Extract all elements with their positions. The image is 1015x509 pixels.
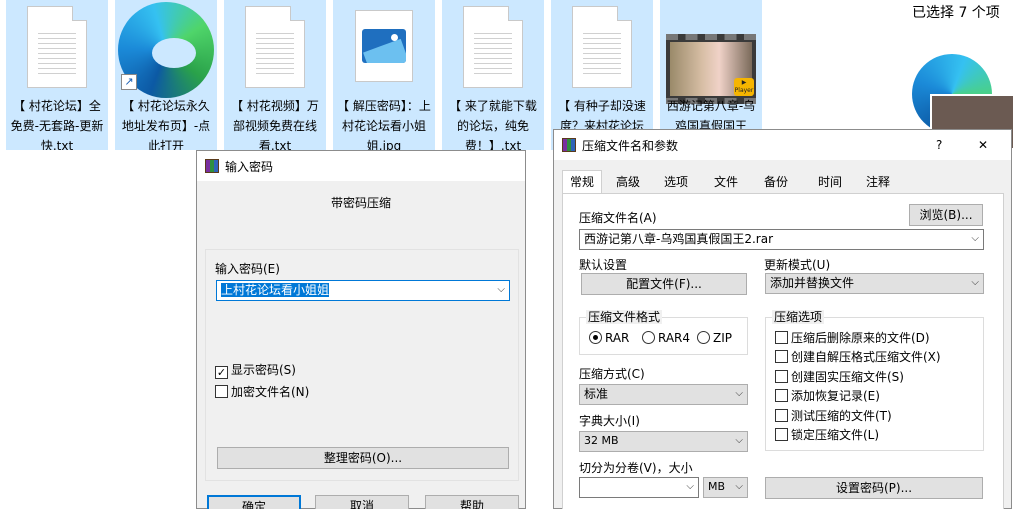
help-icon[interactable]: ?: [936, 137, 942, 153]
chevron-down-icon[interactable]: ⌵: [686, 478, 694, 496]
file-name: 【 来了就能下载的论坛，纯免费！】.txt: [449, 99, 537, 150]
radio-empty-icon: [697, 331, 710, 344]
checkbox-empty-icon: [215, 385, 228, 398]
compression-method-select[interactable]: 标准 ⌵: [579, 384, 748, 405]
archive-format-group-title: 压缩文件格式: [586, 310, 663, 324]
password-input[interactable]: 上村花论坛看小姐姐 ⌵: [216, 280, 510, 301]
checkbox-empty-icon: [775, 409, 788, 422]
organize-passwords-button[interactable]: 整理密码(O)...: [217, 447, 509, 469]
file-tile-3[interactable]: 【 村花视频】万部视频免费在线看.txt: [224, 0, 326, 150]
chevron-down-icon[interactable]: ⌵: [971, 274, 979, 292]
password-dialog: 输入密码 带密码压缩 输入密码(E) 上村花论坛看小姐姐 ⌵ ✓ 显示密码(S) …: [196, 150, 526, 509]
file-tile-7[interactable]: ▶ Player 西游记第八章-乌鸡国真假国王: [660, 0, 762, 150]
chevron-down-icon[interactable]: ⌵: [735, 478, 743, 496]
file-tile-1[interactable]: 【 村花论坛】全免费-无套路-更新快.txt: [6, 0, 108, 150]
update-mode-select[interactable]: 添加并替换文件 ⌵: [765, 273, 984, 294]
archive-dialog: 压缩文件名和参数 ? ✕ 常规 高级 选项 文件 备份 时间 注释 压缩文件名(…: [553, 129, 1012, 509]
selection-status: 已选择 7 个项: [912, 5, 1000, 21]
chevron-down-icon[interactable]: ⌵: [735, 385, 743, 403]
text-file-icon: [572, 6, 632, 88]
archive-options-group-title: 压缩选项: [772, 310, 825, 324]
tab-advanced[interactable]: 高级: [606, 173, 650, 191]
password-dialog-title: 输入密码: [225, 160, 274, 174]
video-thumbnail: ▶ Player: [666, 34, 756, 104]
text-file-icon: [245, 6, 305, 88]
set-password-button[interactable]: 设置密码(P)...: [765, 477, 983, 499]
file-name: 【 解压密码】：上村花论坛看小姐姐.jpg: [337, 99, 431, 150]
archive-name-input[interactable]: 西游记第八章-乌鸡国真假国王2.rar ⌵: [579, 229, 984, 250]
tab-files[interactable]: 文件: [704, 173, 748, 191]
tab-options[interactable]: 选项: [654, 173, 698, 191]
chevron-down-icon[interactable]: ⌵: [497, 281, 505, 299]
checkbox-empty-icon: [775, 428, 788, 441]
radio-selected-icon: [589, 331, 602, 344]
checkbox-empty-icon: [775, 331, 788, 344]
tab-time[interactable]: 时间: [808, 173, 852, 191]
format-rar-radio[interactable]: RAR: [589, 330, 629, 346]
chevron-down-icon[interactable]: ⌵: [735, 432, 743, 450]
tab-backup[interactable]: 备份: [754, 173, 798, 191]
archive-name-label: 压缩文件名(A): [579, 211, 657, 225]
ok-button[interactable]: 确定: [207, 495, 301, 509]
file-name: 【 村花视频】万部视频免费在线看.txt: [231, 99, 319, 150]
text-file-icon: [27, 6, 87, 88]
option-test-files[interactable]: 测试压缩的文件(T): [775, 408, 892, 424]
update-mode-label: 更新模式(U): [764, 258, 831, 272]
winrar-icon: [562, 138, 576, 152]
help-button[interactable]: 帮助: [425, 495, 519, 509]
file-tile-4[interactable]: 【 解压密码】：上村花论坛看小姐姐.jpg: [333, 0, 435, 150]
tab-general[interactable]: 常规: [562, 170, 602, 194]
checkbox-empty-icon: [775, 389, 788, 402]
checkbox-checked-icon: ✓: [215, 366, 228, 379]
option-solid[interactable]: 创建固实压缩文件(S): [775, 369, 904, 385]
format-zip-radio[interactable]: ZIP: [697, 330, 732, 346]
password-value: 上村花论坛看小姐姐: [221, 283, 330, 297]
close-icon[interactable]: ✕: [978, 137, 988, 153]
file-tile-6[interactable]: 【 有种子却没速度？来村花论坛: [551, 0, 653, 150]
player-badge-icon: ▶ Player: [734, 78, 754, 96]
option-recovery-record[interactable]: 添加恢复记录(E): [775, 388, 880, 404]
winrar-icon: [205, 159, 219, 173]
file-tile-5[interactable]: 【 来了就能下载的论坛，纯免费！】.txt: [442, 0, 544, 150]
chevron-down-icon[interactable]: ⌵: [971, 230, 979, 248]
radio-empty-icon: [642, 331, 655, 344]
password-dialog-heading: 带密码压缩: [330, 196, 391, 210]
dictionary-size-select[interactable]: 32 MB ⌵: [579, 431, 748, 452]
image-file-icon: [355, 10, 413, 82]
file-name: 【 村花论坛】全免费-无套路-更新快.txt: [10, 99, 104, 150]
dictionary-size-label: 字典大小(I): [579, 414, 640, 428]
split-unit-select[interactable]: MB ⌵: [703, 477, 748, 498]
checkbox-empty-icon: [775, 350, 788, 363]
encrypt-filenames-checkbox[interactable]: 加密文件名(N): [215, 384, 309, 400]
option-sfx[interactable]: 创建自解压格式压缩文件(X): [775, 349, 941, 365]
split-size-input[interactable]: ⌵: [579, 477, 699, 498]
split-volumes-label: 切分为分卷(V)，大小: [579, 461, 693, 475]
option-lock-archive[interactable]: 锁定压缩文件(L): [775, 427, 879, 443]
default-settings-label: 默认设置: [579, 258, 628, 272]
password-label: 输入密码(E): [215, 262, 280, 276]
archive-dialog-titlebar[interactable]: 压缩文件名和参数 ? ✕: [554, 130, 1011, 160]
archive-dialog-title: 压缩文件名和参数: [582, 139, 679, 153]
browse-button[interactable]: 浏览(B)...: [909, 204, 983, 226]
text-file-icon: [463, 6, 523, 88]
format-rar4-radio[interactable]: RAR4: [642, 330, 690, 346]
tab-comment[interactable]: 注释: [856, 173, 900, 191]
checkbox-empty-icon: [775, 370, 788, 383]
file-name: 【 村花论坛永久地址发布页】-点此打开: [121, 99, 211, 150]
shortcut-arrow-icon: ↗: [121, 74, 137, 90]
compression-method-label: 压缩方式(C): [579, 367, 645, 381]
show-password-checkbox[interactable]: ✓ 显示密码(S): [215, 362, 296, 379]
cancel-button[interactable]: 取消: [315, 495, 409, 509]
file-tile-2[interactable]: ↗ 【 村花论坛永久地址发布页】-点此打开: [115, 0, 217, 150]
profiles-button[interactable]: 配置文件(F)...: [581, 273, 747, 295]
option-delete-after[interactable]: 压缩后删除原来的文件(D): [775, 330, 930, 346]
password-dialog-titlebar[interactable]: 输入密码: [197, 151, 525, 181]
